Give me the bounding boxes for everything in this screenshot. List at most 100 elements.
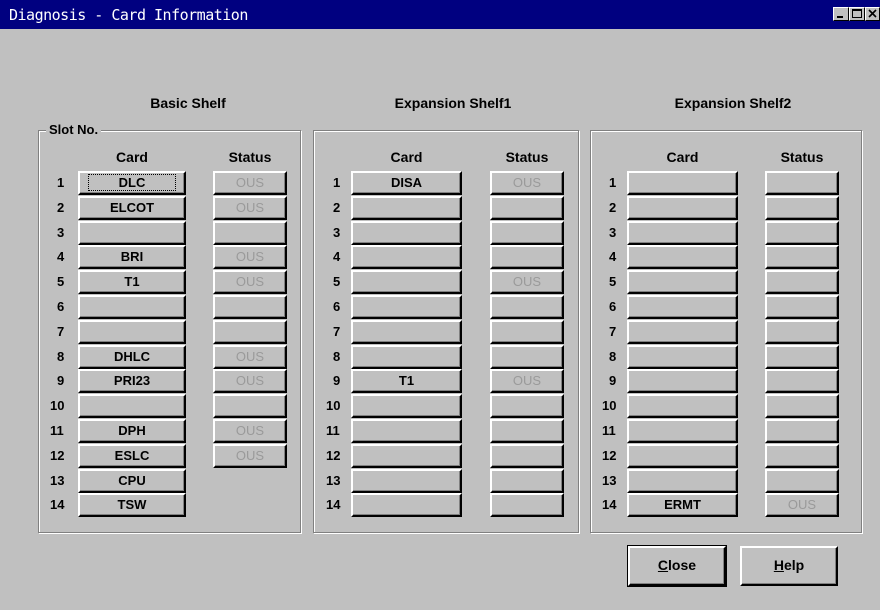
status-button[interactable]: OUS — [765, 493, 839, 517]
status-button[interactable]: OUS — [213, 270, 287, 294]
status-button[interactable] — [765, 295, 839, 319]
status-button[interactable]: OUS — [213, 345, 287, 369]
card-label: TSW — [117, 497, 147, 512]
slot-number: 9 — [333, 373, 341, 388]
status-button[interactable] — [213, 295, 287, 319]
status-button[interactable] — [765, 444, 839, 468]
card-button[interactable] — [78, 320, 186, 344]
card-button[interactable]: DHLC — [78, 345, 186, 369]
card-button[interactable] — [627, 196, 738, 220]
title-bar[interactable]: Diagnosis - Card Information — [0, 0, 880, 29]
status-button[interactable] — [765, 171, 839, 195]
status-button[interactable] — [765, 345, 839, 369]
card-button[interactable] — [78, 221, 186, 245]
card-button[interactable] — [78, 394, 186, 418]
status-column-header: Status — [505, 149, 549, 165]
status-button[interactable] — [490, 444, 564, 468]
card-button[interactable] — [351, 419, 462, 443]
card-button[interactable] — [627, 419, 738, 443]
status-button[interactable] — [490, 221, 564, 245]
status-button[interactable] — [765, 469, 839, 493]
card-button[interactable] — [351, 469, 462, 493]
slot-number: 11 — [602, 423, 616, 438]
slot-number: 2 — [609, 200, 617, 215]
status-button[interactable] — [765, 394, 839, 418]
slot-number: 4 — [57, 249, 65, 264]
status-button[interactable] — [765, 419, 839, 443]
card-button[interactable] — [627, 270, 738, 294]
slot-number: 10 — [326, 398, 341, 413]
card-button[interactable] — [351, 196, 462, 220]
help-button[interactable]: Help — [740, 546, 838, 586]
card-button[interactable]: T1 — [351, 369, 462, 393]
minimize-icon[interactable] — [833, 7, 849, 21]
card-button[interactable] — [351, 345, 462, 369]
status-button[interactable] — [490, 245, 564, 269]
card-button[interactable] — [627, 320, 738, 344]
card-button[interactable] — [78, 295, 186, 319]
status-button[interactable] — [765, 270, 839, 294]
status-button[interactable] — [765, 221, 839, 245]
card-button[interactable] — [627, 171, 738, 195]
status-button[interactable] — [490, 419, 564, 443]
card-button[interactable] — [627, 394, 738, 418]
card-button[interactable]: DISA — [351, 171, 462, 195]
status-button[interactable] — [490, 345, 564, 369]
card-button[interactable]: DLC — [78, 171, 186, 195]
status-button[interactable]: OUS — [213, 419, 287, 443]
status-button[interactable] — [765, 196, 839, 220]
card-button[interactable] — [627, 444, 738, 468]
status-button[interactable] — [213, 320, 287, 344]
status-button[interactable] — [765, 369, 839, 393]
card-button[interactable]: TSW — [78, 493, 186, 517]
status-button[interactable]: OUS — [213, 369, 287, 393]
status-button[interactable]: OUS — [490, 270, 564, 294]
status-button[interactable] — [490, 493, 564, 517]
status-button[interactable] — [490, 394, 564, 418]
status-button[interactable]: OUS — [213, 444, 287, 468]
card-button[interactable]: ESLC — [78, 444, 186, 468]
maximize-icon[interactable] — [849, 7, 865, 21]
card-button[interactable]: BRI — [78, 245, 186, 269]
status-button[interactable]: OUS — [213, 245, 287, 269]
status-label: OUS — [235, 175, 265, 190]
card-button[interactable]: ERMT — [627, 493, 738, 517]
card-button[interactable]: ELCOT — [78, 196, 186, 220]
card-button[interactable] — [627, 345, 738, 369]
card-button[interactable] — [627, 245, 738, 269]
card-button[interactable] — [351, 493, 462, 517]
card-button[interactable] — [351, 295, 462, 319]
card-button[interactable] — [351, 221, 462, 245]
card-button[interactable] — [627, 221, 738, 245]
status-button[interactable] — [490, 320, 564, 344]
slot-number: 14 — [326, 497, 341, 512]
card-button[interactable]: T1 — [78, 270, 186, 294]
status-button[interactable] — [490, 469, 564, 493]
slot-number: 13 — [326, 473, 341, 488]
slot-number: 11 — [50, 423, 64, 438]
card-button[interactable] — [351, 245, 462, 269]
close-button[interactable]: Close — [627, 545, 727, 587]
card-button[interactable] — [627, 369, 738, 393]
card-button[interactable]: PRI23 — [78, 369, 186, 393]
status-button[interactable] — [213, 221, 287, 245]
card-button[interactable] — [351, 444, 462, 468]
status-button[interactable]: OUS — [213, 196, 287, 220]
card-button[interactable]: CPU — [78, 469, 186, 493]
status-button[interactable] — [213, 394, 287, 418]
status-label: OUS — [512, 274, 542, 289]
card-button[interactable] — [351, 394, 462, 418]
status-button[interactable] — [490, 196, 564, 220]
card-button[interactable]: DPH — [78, 419, 186, 443]
card-button[interactable] — [351, 270, 462, 294]
card-button[interactable] — [627, 469, 738, 493]
card-button[interactable] — [627, 295, 738, 319]
status-button[interactable] — [765, 245, 839, 269]
close-icon[interactable] — [865, 7, 880, 21]
status-button[interactable]: OUS — [490, 369, 564, 393]
status-button[interactable]: OUS — [490, 171, 564, 195]
status-button[interactable] — [490, 295, 564, 319]
card-button[interactable] — [351, 320, 462, 344]
status-button[interactable] — [765, 320, 839, 344]
status-button[interactable]: OUS — [213, 171, 287, 195]
